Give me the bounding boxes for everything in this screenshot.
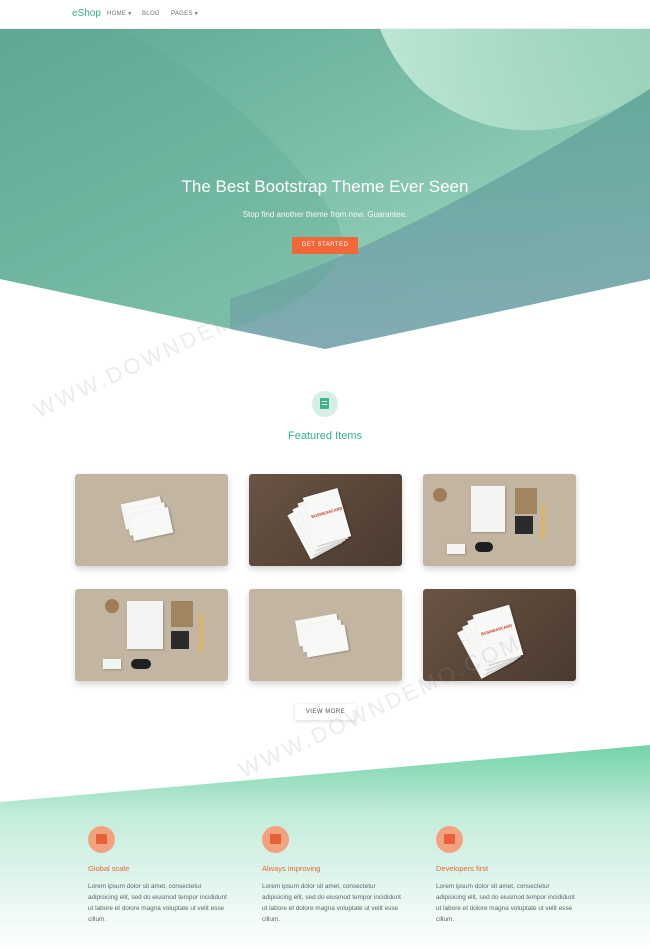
nav-item-home[interactable]: HOME▼ — [107, 11, 132, 17]
nav-item-pages-label: PAGES — [171, 11, 193, 17]
file-icon — [436, 826, 463, 853]
nav-item-pages[interactable]: PAGES▼ — [171, 11, 199, 17]
briefcase-icon — [88, 826, 115, 853]
feature-title: Developers first — [436, 864, 489, 873]
get-started-button[interactable]: GET STARTED — [292, 237, 358, 254]
feature-text: Lorem ipsum dolor sit amet, consectetur … — [262, 883, 401, 923]
nav-item-blog[interactable]: BLOG — [142, 11, 160, 17]
portfolio-item-2[interactable]: BUSINESSCARD — [249, 474, 402, 566]
hero-title: The Best Bootstrap Theme Ever Seen — [181, 177, 469, 196]
feature-text: Lorem ipsum dolor sit amet, consectetur … — [436, 883, 575, 923]
caret-down-icon: ▼ — [193, 11, 199, 17]
portfolio-item-1[interactable] — [75, 474, 228, 566]
brand-logo[interactable]: eShop — [72, 8, 101, 19]
portfolio-item-3[interactable] — [423, 474, 576, 566]
caret-down-icon: ▼ — [127, 11, 133, 17]
featured-items-title: Featured Items — [288, 430, 362, 442]
nav-item-home-label: HOME — [107, 11, 127, 17]
feature-title: Global scale — [88, 864, 130, 873]
navbar: eShop HOME▼ BLOG PAGES▼ — [0, 0, 650, 29]
nav-item-blog-label: BLOG — [142, 11, 160, 17]
feature-title: Always improving — [262, 864, 321, 873]
hero-subtitle: Stop find another theme from now. Guaran… — [242, 210, 408, 219]
businesscard-print-label: BUSINESSCARD — [310, 505, 343, 520]
portfolio-item-4[interactable] — [75, 589, 228, 681]
feature-text: Lorem ipsum dolor sit amet, consectetur … — [88, 883, 227, 923]
bag-icon — [262, 826, 289, 853]
hero-section: The Best Bootstrap Theme Ever Seen Stop … — [0, 29, 650, 349]
document-icon — [312, 391, 338, 417]
portfolio-item-5[interactable] — [249, 589, 402, 681]
